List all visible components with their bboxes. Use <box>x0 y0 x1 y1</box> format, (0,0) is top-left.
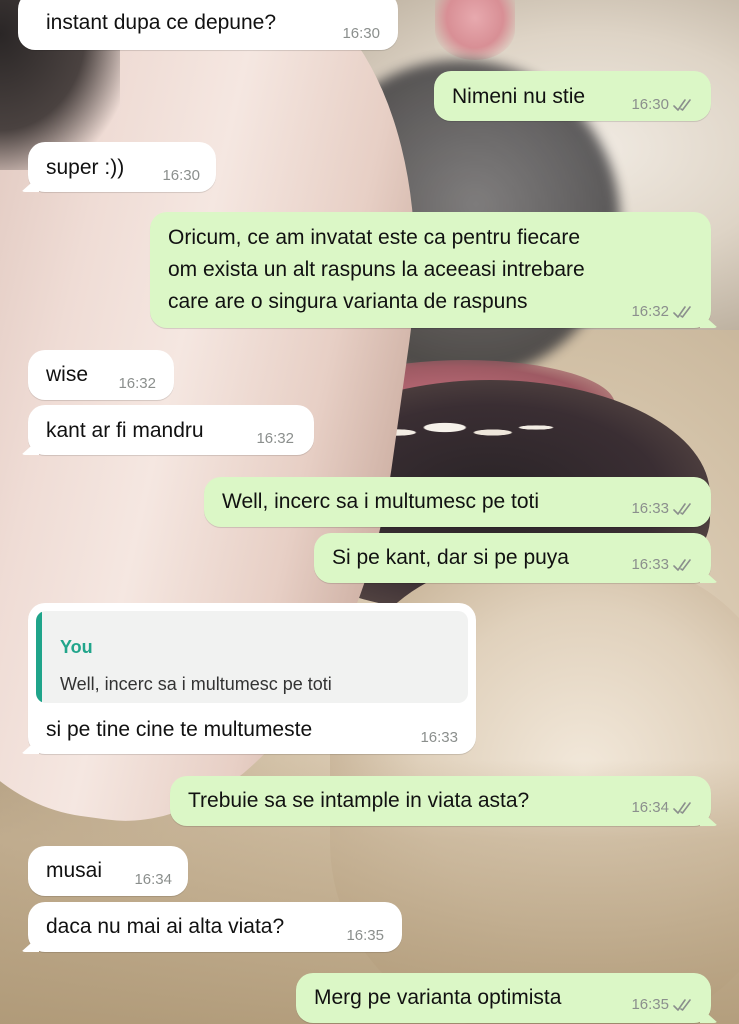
message-timestamp: 16:32 <box>631 303 695 321</box>
message-outgoing[interactable]: Trebuie sa se intample in viata asta? 16… <box>170 776 711 826</box>
message-timestamp: 16:32 <box>256 430 294 447</box>
message-timestamp: 16:34 <box>134 871 172 888</box>
message-timestamp: 16:32 <box>118 375 156 392</box>
message-outgoing[interactable]: Well, incerc sa i multumesc pe toti 16:3… <box>204 477 711 527</box>
message-timestamp: 16:34 <box>631 799 695 817</box>
double-check-icon <box>673 999 691 1011</box>
message-timestamp: 16:30 <box>631 96 695 114</box>
message-text: instant dupa ce depune? <box>46 11 277 34</box>
message-timestamp: 16:35 <box>631 996 695 1014</box>
message-incoming[interactable]: instant dupa ce depune? 16:30 <box>18 0 398 50</box>
message-timestamp: 16:33 <box>631 556 695 574</box>
message-outgoing[interactable]: Oricum, ce am invatat este ca pentru fie… <box>150 212 711 328</box>
message-text-line: care are o singura varianta de raspuns <box>168 290 528 313</box>
message-text: super :)) <box>46 156 125 179</box>
message-text: kant ar fi mandru <box>46 419 204 442</box>
double-check-icon <box>673 559 691 571</box>
double-check-icon <box>673 306 691 318</box>
double-check-icon <box>673 503 691 515</box>
message-incoming-reply[interactable]: You Well, incerc sa i multumesc pe toti … <box>28 603 476 754</box>
quote-accent-bar <box>36 611 42 703</box>
message-text: Trebuie sa se intample in viata asta? <box>188 789 530 812</box>
quote-text: Well, incerc sa i multumesc pe toti <box>60 674 332 694</box>
double-check-icon <box>673 802 691 814</box>
message-incoming[interactable]: daca nu mai ai alta viata? 16:35 <box>28 902 402 952</box>
message-timestamp: 16:33 <box>631 500 695 518</box>
message-timestamp: 16:30 <box>162 167 200 184</box>
message-incoming[interactable]: kant ar fi mandru 16:32 <box>28 405 314 455</box>
message-text: Si pe kant, dar si pe puya <box>332 546 569 569</box>
message-text-line: Oricum, ce am invatat este ca pentru fie… <box>168 226 581 249</box>
message-timestamp: 16:30 <box>342 25 380 42</box>
message-timestamp: 16:35 <box>346 927 384 944</box>
quote-author: You <box>60 637 93 657</box>
message-incoming[interactable]: musai 16:34 <box>28 846 188 896</box>
message-text: Well, incerc sa i multumesc pe toti <box>222 490 540 513</box>
message-outgoing[interactable]: Merg pe varianta optimista 16:35 <box>296 973 711 1023</box>
message-text: Nimeni nu stie <box>452 85 586 108</box>
message-text: si pe tine cine te multumeste <box>46 718 313 741</box>
message-text: Merg pe varianta optimista <box>314 986 562 1009</box>
quoted-message[interactable]: You Well, incerc sa i multumesc pe toti <box>36 611 468 703</box>
message-incoming[interactable]: super :)) 16:30 <box>28 142 216 192</box>
message-outgoing[interactable]: Nimeni nu stie 16:30 <box>434 71 711 121</box>
message-outgoing[interactable]: Si pe kant, dar si pe puya 16:33 <box>314 533 711 583</box>
message-text: daca nu mai ai alta viata? <box>46 915 285 938</box>
message-text-line: om exista un alt raspuns la aceeasi intr… <box>168 258 585 281</box>
message-timestamp: 16:33 <box>420 729 458 746</box>
message-text: wise <box>46 363 89 386</box>
message-text: musai <box>46 859 103 882</box>
message-incoming[interactable]: wise 16:32 <box>28 350 174 400</box>
double-check-icon <box>673 99 691 111</box>
message-list[interactable]: instant dupa ce depune? 16:30 Nimeni nu … <box>0 0 739 1024</box>
